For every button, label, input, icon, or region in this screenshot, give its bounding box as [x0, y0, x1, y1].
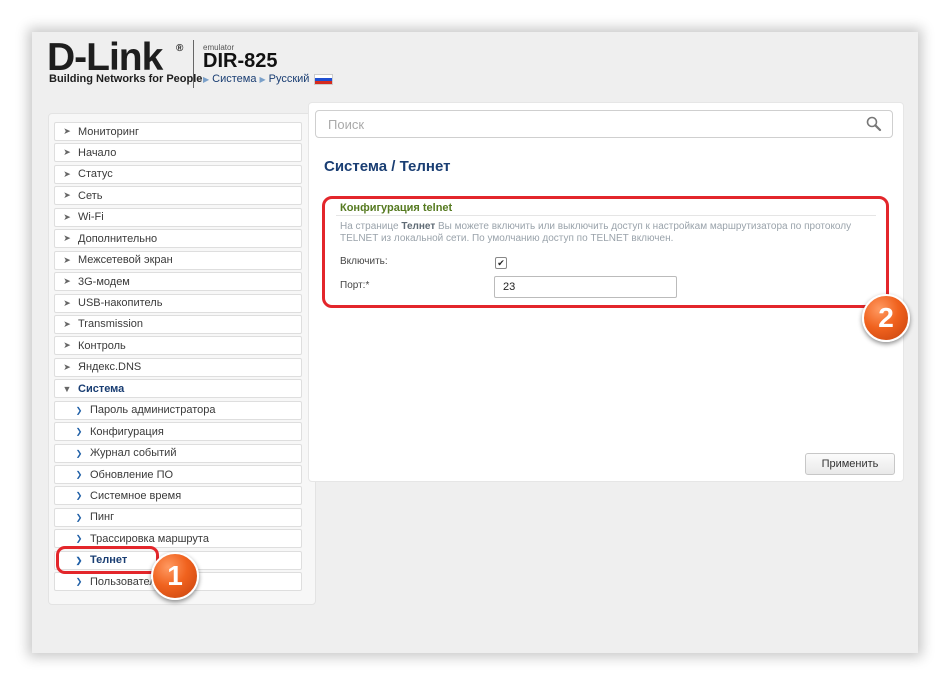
highlight-telnet-item: [56, 546, 159, 574]
dlink-logo: D-Link: [47, 36, 163, 79]
chevron-right-icon: ❯: [75, 577, 83, 587]
chevron-right-icon: ❯: [75, 427, 83, 437]
model-name: DIR-825: [203, 50, 278, 72]
expand-icon: ➤: [63, 190, 71, 201]
sidebar-item-start[interactable]: ➤ Начало: [54, 143, 302, 163]
collapse-icon: ▼: [62, 383, 72, 394]
apply-button[interactable]: Применить: [805, 453, 895, 475]
expand-icon: ➤: [63, 318, 71, 329]
expand-icon: ➤: [63, 340, 71, 351]
sidebar-item-ping[interactable]: ❯ Пинг: [54, 507, 302, 527]
search-input[interactable]: [315, 110, 893, 138]
sidebar-item-yandex-dns[interactable]: ➤ Яндекс.DNS: [54, 357, 302, 377]
sidebar-item-firewall[interactable]: ➤ Межсетевой экран: [54, 250, 302, 270]
expand-icon: ➤: [63, 126, 71, 136]
russian-flag-icon[interactable]: [314, 73, 334, 85]
breadcrumb-arrow-icon: ▶: [259, 74, 266, 84]
sidebar-item-monitoring[interactable]: ➤ Мониторинг: [54, 122, 302, 141]
sidebar-item-3g-modem[interactable]: ➤ 3G-модем: [54, 272, 302, 292]
sidebar-item-usb-storage[interactable]: ➤ USB-накопитель: [54, 293, 302, 313]
step-badge-2: 2: [862, 294, 910, 342]
sidebar-item-advanced[interactable]: ➤ Дополнительно: [54, 229, 302, 249]
chevron-right-icon: ❯: [75, 534, 83, 544]
sidebar-item-configuration[interactable]: ❯ Конфигурация: [54, 422, 302, 442]
sidebar-item-firmware-update[interactable]: ❯ Обновление ПО: [54, 465, 302, 484]
step-badge-1: 1: [151, 552, 199, 600]
sidebar-item-network[interactable]: ➤ Сеть: [54, 186, 302, 206]
chevron-right-icon: ❯: [75, 470, 83, 479]
chevron-right-icon: ❯: [75, 448, 83, 458]
expand-icon: ➤: [63, 233, 71, 244]
expand-icon: ➤: [63, 276, 71, 287]
expand-icon: ➤: [63, 147, 71, 158]
page-title: Система / Телнет: [324, 158, 451, 175]
sidebar-item-wifi[interactable]: ➤ Wi-Fi: [54, 207, 302, 227]
highlight-telnet-config: [322, 196, 889, 308]
expand-icon: ➤: [63, 361, 71, 372]
chevron-right-icon: ❯: [75, 512, 83, 522]
sidebar-item-event-log[interactable]: ❯ Журнал событий: [54, 443, 302, 463]
sidebar-item-status[interactable]: ➤ Статус: [54, 164, 302, 184]
logo-tagline: Building Networks for People: [49, 73, 203, 85]
breadcrumb-system-link[interactable]: Система: [212, 73, 256, 85]
sidebar-item-transmission[interactable]: ➤ Transmission: [54, 314, 302, 334]
chevron-right-icon: ❯: [75, 405, 83, 415]
sidebar: ➤ Мониторинг ➤ Начало ➤ Статус ➤ Сеть ➤ Wi-Fi…: [48, 113, 316, 605]
language-selector[interactable]: Русский: [269, 73, 310, 85]
sidebar-item-system[interactable]: ▼ Система: [54, 379, 302, 399]
expand-icon: ➤: [63, 168, 71, 179]
search-icon[interactable]: [865, 115, 883, 133]
registered-mark: ®: [176, 43, 184, 54]
header-divider: [193, 40, 194, 88]
breadcrumb-arrow-icon: ▶: [203, 74, 210, 84]
expand-icon: ➤: [63, 254, 71, 265]
sidebar-item-control[interactable]: ➤ Контроль: [54, 336, 302, 356]
sidebar-menu: ➤ Мониторинг ➤ Начало ➤ Статус ➤ Сеть ➤ Wi-Fi…: [54, 122, 302, 594]
chevron-right-icon: ❯: [75, 491, 83, 501]
sidebar-item-admin-password[interactable]: ❯ Пароль администратора: [54, 400, 302, 420]
expand-icon: ➤: [63, 211, 71, 222]
sidebar-item-system-time[interactable]: ❯ Системное время: [54, 486, 302, 506]
breadcrumb: ▶ Система ▶ Русский: [203, 73, 334, 85]
expand-icon: ➤: [63, 297, 71, 308]
